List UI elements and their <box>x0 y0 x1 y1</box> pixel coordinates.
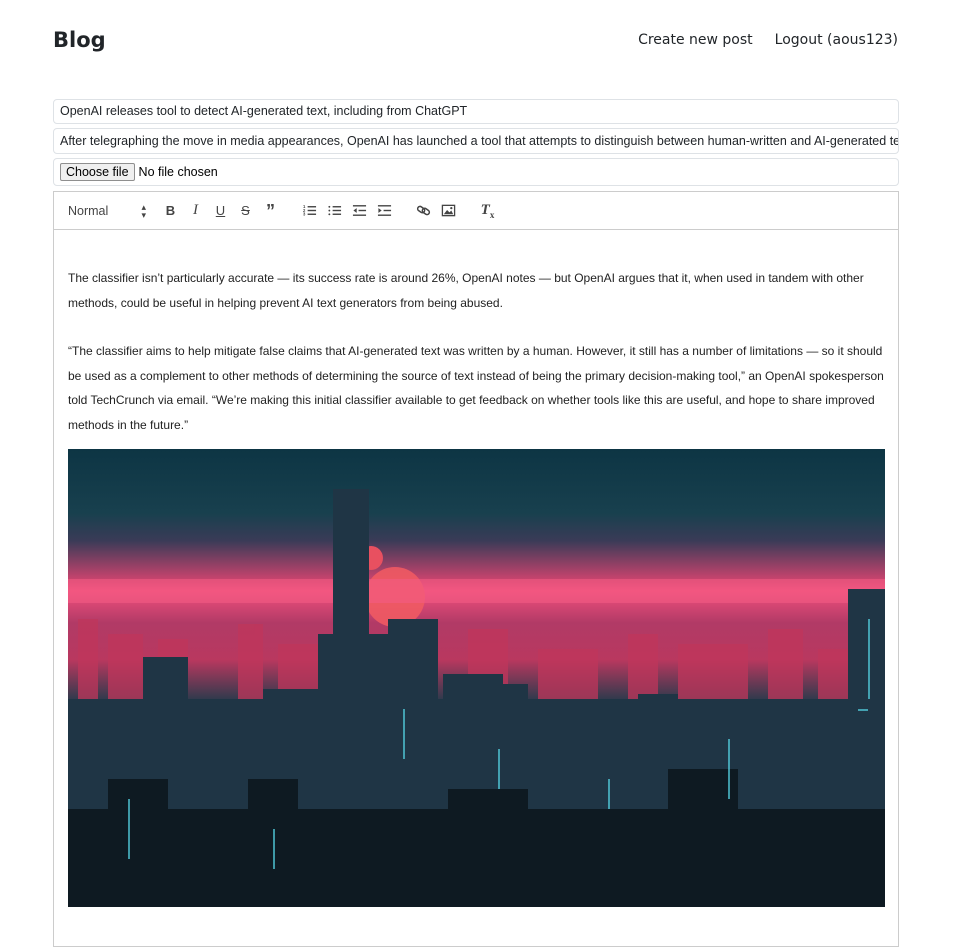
title-input[interactable]: OpenAI releases tool to detect AI-genera… <box>53 99 899 124</box>
ordered-list-icon[interactable]: 123 <box>297 200 322 222</box>
cityscape-illustration <box>68 489 885 907</box>
image-icon[interactable] <box>436 200 461 222</box>
outdent-icon[interactable] <box>347 200 372 222</box>
choose-file-button[interactable]: Choose file <box>60 163 135 181</box>
brand-logo[interactable]: Blog <box>53 28 106 52</box>
navbar: Blog Create new post Logout (aous123) <box>53 28 898 52</box>
chevron-updown-icon: ▴ ▾ <box>141 201 146 220</box>
indent-icon[interactable] <box>372 200 397 222</box>
create-post-link[interactable]: Create new post <box>638 32 753 48</box>
logout-link[interactable]: Logout (aous123) <box>775 32 898 48</box>
clear-format-icon[interactable]: Tx <box>475 200 500 222</box>
nav-links: Create new post Logout (aous123) <box>638 32 898 48</box>
paragraph: “The classifier aims to help mitigate fa… <box>68 344 884 432</box>
file-input[interactable]: Choose file No file chosen <box>53 158 899 186</box>
link-icon[interactable] <box>411 200 436 222</box>
bold-icon[interactable]: B <box>158 200 183 222</box>
format-select[interactable]: Normal ▴ ▾ <box>68 201 146 220</box>
format-select-label: Normal <box>68 203 109 218</box>
svg-text:3: 3 <box>303 212 306 217</box>
editor-toolbar: Normal ▴ ▾ B I U S ” 123 Tx <box>54 192 898 230</box>
strike-icon[interactable]: S <box>233 200 258 222</box>
bullet-list-icon[interactable] <box>322 200 347 222</box>
rich-text-editor: Normal ▴ ▾ B I U S ” 123 Tx The classifi… <box>53 191 899 947</box>
editor-content[interactable]: The classifier isn’t particularly accura… <box>54 230 898 907</box>
file-status-text: No file chosen <box>138 165 218 179</box>
italic-icon[interactable]: I <box>183 200 208 222</box>
embedded-cityscape-image <box>68 449 885 907</box>
description-input[interactable]: After telegraphing the move in media app… <box>53 128 899 154</box>
paragraph: The classifier isn’t particularly accura… <box>68 271 864 310</box>
blockquote-icon[interactable]: ” <box>258 200 283 222</box>
underline-icon[interactable]: U <box>208 200 233 222</box>
